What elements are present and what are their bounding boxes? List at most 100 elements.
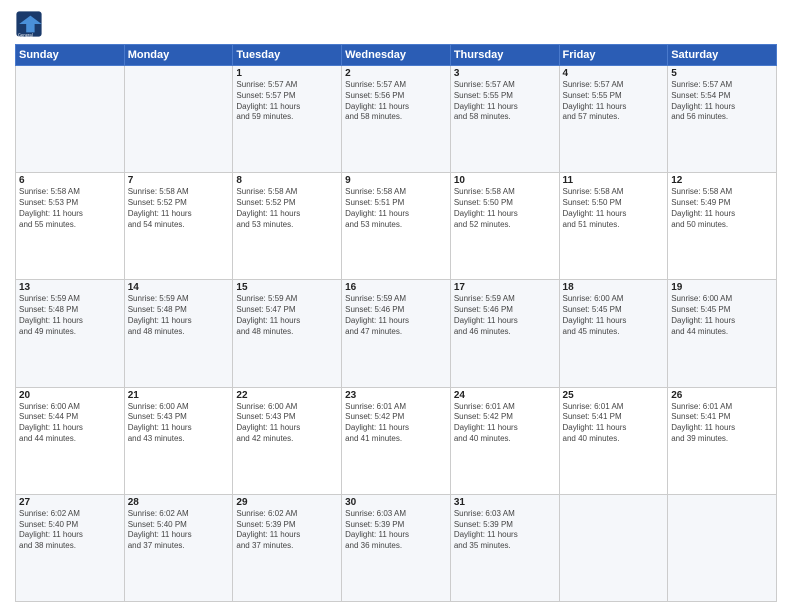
day-detail: Sunrise: 6:01 AMSunset: 5:41 PMDaylight:… (671, 402, 773, 445)
calendar-cell: 3Sunrise: 5:57 AMSunset: 5:55 PMDaylight… (450, 66, 559, 173)
calendar-cell: 19Sunrise: 6:00 AMSunset: 5:45 PMDayligh… (668, 280, 777, 387)
calendar-cell: 2Sunrise: 5:57 AMSunset: 5:56 PMDaylight… (342, 66, 451, 173)
calendar-cell: 27Sunrise: 6:02 AMSunset: 5:40 PMDayligh… (16, 494, 125, 601)
day-detail: Sunrise: 5:59 AMSunset: 5:48 PMDaylight:… (128, 294, 230, 337)
day-number: 19 (671, 282, 773, 293)
day-number: 20 (19, 390, 121, 401)
day-number: 25 (563, 390, 665, 401)
day-detail: Sunrise: 6:00 AMSunset: 5:43 PMDaylight:… (128, 402, 230, 445)
day-number: 2 (345, 68, 447, 79)
calendar-cell: 8Sunrise: 5:58 AMSunset: 5:52 PMDaylight… (233, 173, 342, 280)
calendar-cell: 29Sunrise: 6:02 AMSunset: 5:39 PMDayligh… (233, 494, 342, 601)
calendar-cell: 24Sunrise: 6:01 AMSunset: 5:42 PMDayligh… (450, 387, 559, 494)
day-number: 1 (236, 68, 338, 79)
calendar-cell: 17Sunrise: 5:59 AMSunset: 5:46 PMDayligh… (450, 280, 559, 387)
day-number: 3 (454, 68, 556, 79)
day-detail: Sunrise: 5:57 AMSunset: 5:57 PMDaylight:… (236, 80, 338, 123)
logo: General (15, 10, 47, 38)
day-number: 6 (19, 175, 121, 186)
weekday-header-tuesday: Tuesday (233, 45, 342, 66)
weekday-header-monday: Monday (124, 45, 233, 66)
logo-icon: General (15, 10, 43, 38)
calendar-cell: 28Sunrise: 6:02 AMSunset: 5:40 PMDayligh… (124, 494, 233, 601)
calendar-cell: 10Sunrise: 5:58 AMSunset: 5:50 PMDayligh… (450, 173, 559, 280)
calendar-cell: 20Sunrise: 6:00 AMSunset: 5:44 PMDayligh… (16, 387, 125, 494)
day-detail: Sunrise: 5:57 AMSunset: 5:55 PMDaylight:… (563, 80, 665, 123)
calendar-cell: 16Sunrise: 5:59 AMSunset: 5:46 PMDayligh… (342, 280, 451, 387)
day-number: 15 (236, 282, 338, 293)
day-number: 8 (236, 175, 338, 186)
day-detail: Sunrise: 6:02 AMSunset: 5:39 PMDaylight:… (236, 509, 338, 552)
weekday-header-wednesday: Wednesday (342, 45, 451, 66)
day-number: 7 (128, 175, 230, 186)
day-number: 17 (454, 282, 556, 293)
day-detail: Sunrise: 6:02 AMSunset: 5:40 PMDaylight:… (19, 509, 121, 552)
day-number: 10 (454, 175, 556, 186)
week-row-3: 13Sunrise: 5:59 AMSunset: 5:48 PMDayligh… (16, 280, 777, 387)
calendar-cell (124, 66, 233, 173)
day-number: 27 (19, 497, 121, 508)
day-detail: Sunrise: 6:00 AMSunset: 5:45 PMDaylight:… (671, 294, 773, 337)
calendar-cell: 25Sunrise: 6:01 AMSunset: 5:41 PMDayligh… (559, 387, 668, 494)
day-detail: Sunrise: 6:01 AMSunset: 5:42 PMDaylight:… (454, 402, 556, 445)
calendar-cell: 6Sunrise: 5:58 AMSunset: 5:53 PMDaylight… (16, 173, 125, 280)
day-detail: Sunrise: 6:02 AMSunset: 5:40 PMDaylight:… (128, 509, 230, 552)
calendar-cell: 26Sunrise: 6:01 AMSunset: 5:41 PMDayligh… (668, 387, 777, 494)
svg-text:General: General (18, 33, 33, 38)
day-number: 4 (563, 68, 665, 79)
day-detail: Sunrise: 6:01 AMSunset: 5:41 PMDaylight:… (563, 402, 665, 445)
day-number: 13 (19, 282, 121, 293)
day-detail: Sunrise: 5:57 AMSunset: 5:54 PMDaylight:… (671, 80, 773, 123)
weekday-header-thursday: Thursday (450, 45, 559, 66)
week-row-4: 20Sunrise: 6:00 AMSunset: 5:44 PMDayligh… (16, 387, 777, 494)
calendar-cell: 4Sunrise: 5:57 AMSunset: 5:55 PMDaylight… (559, 66, 668, 173)
calendar-cell (16, 66, 125, 173)
day-number: 9 (345, 175, 447, 186)
day-detail: Sunrise: 5:59 AMSunset: 5:47 PMDaylight:… (236, 294, 338, 337)
day-number: 22 (236, 390, 338, 401)
calendar-cell: 21Sunrise: 6:00 AMSunset: 5:43 PMDayligh… (124, 387, 233, 494)
calendar-cell: 12Sunrise: 5:58 AMSunset: 5:49 PMDayligh… (668, 173, 777, 280)
day-number: 30 (345, 497, 447, 508)
page: General SundayMondayTuesdayWednesdayThur… (0, 0, 792, 612)
day-detail: Sunrise: 5:59 AMSunset: 5:46 PMDaylight:… (454, 294, 556, 337)
calendar-cell: 22Sunrise: 6:00 AMSunset: 5:43 PMDayligh… (233, 387, 342, 494)
calendar-cell: 7Sunrise: 5:58 AMSunset: 5:52 PMDaylight… (124, 173, 233, 280)
day-detail: Sunrise: 5:58 AMSunset: 5:51 PMDaylight:… (345, 187, 447, 230)
day-number: 26 (671, 390, 773, 401)
calendar-cell: 13Sunrise: 5:59 AMSunset: 5:48 PMDayligh… (16, 280, 125, 387)
day-number: 21 (128, 390, 230, 401)
day-detail: Sunrise: 5:58 AMSunset: 5:52 PMDaylight:… (128, 187, 230, 230)
day-number: 16 (345, 282, 447, 293)
calendar-table: SundayMondayTuesdayWednesdayThursdayFrid… (15, 44, 777, 602)
calendar-cell: 9Sunrise: 5:58 AMSunset: 5:51 PMDaylight… (342, 173, 451, 280)
day-detail: Sunrise: 5:58 AMSunset: 5:50 PMDaylight:… (454, 187, 556, 230)
calendar-cell (559, 494, 668, 601)
day-number: 12 (671, 175, 773, 186)
calendar-cell: 18Sunrise: 6:00 AMSunset: 5:45 PMDayligh… (559, 280, 668, 387)
calendar-cell: 23Sunrise: 6:01 AMSunset: 5:42 PMDayligh… (342, 387, 451, 494)
day-number: 31 (454, 497, 556, 508)
day-number: 18 (563, 282, 665, 293)
day-detail: Sunrise: 6:00 AMSunset: 5:45 PMDaylight:… (563, 294, 665, 337)
calendar-cell: 14Sunrise: 5:59 AMSunset: 5:48 PMDayligh… (124, 280, 233, 387)
day-detail: Sunrise: 5:59 AMSunset: 5:48 PMDaylight:… (19, 294, 121, 337)
calendar-cell: 15Sunrise: 5:59 AMSunset: 5:47 PMDayligh… (233, 280, 342, 387)
day-detail: Sunrise: 5:58 AMSunset: 5:50 PMDaylight:… (563, 187, 665, 230)
day-number: 14 (128, 282, 230, 293)
weekday-header-sunday: Sunday (16, 45, 125, 66)
day-detail: Sunrise: 5:58 AMSunset: 5:52 PMDaylight:… (236, 187, 338, 230)
header: General (15, 10, 777, 38)
week-row-2: 6Sunrise: 5:58 AMSunset: 5:53 PMDaylight… (16, 173, 777, 280)
day-number: 5 (671, 68, 773, 79)
day-number: 29 (236, 497, 338, 508)
day-detail: Sunrise: 5:58 AMSunset: 5:53 PMDaylight:… (19, 187, 121, 230)
weekday-header-friday: Friday (559, 45, 668, 66)
day-detail: Sunrise: 6:03 AMSunset: 5:39 PMDaylight:… (345, 509, 447, 552)
weekday-header-saturday: Saturday (668, 45, 777, 66)
day-detail: Sunrise: 5:57 AMSunset: 5:56 PMDaylight:… (345, 80, 447, 123)
day-detail: Sunrise: 6:01 AMSunset: 5:42 PMDaylight:… (345, 402, 447, 445)
day-number: 28 (128, 497, 230, 508)
calendar-cell: 30Sunrise: 6:03 AMSunset: 5:39 PMDayligh… (342, 494, 451, 601)
day-detail: Sunrise: 6:00 AMSunset: 5:43 PMDaylight:… (236, 402, 338, 445)
